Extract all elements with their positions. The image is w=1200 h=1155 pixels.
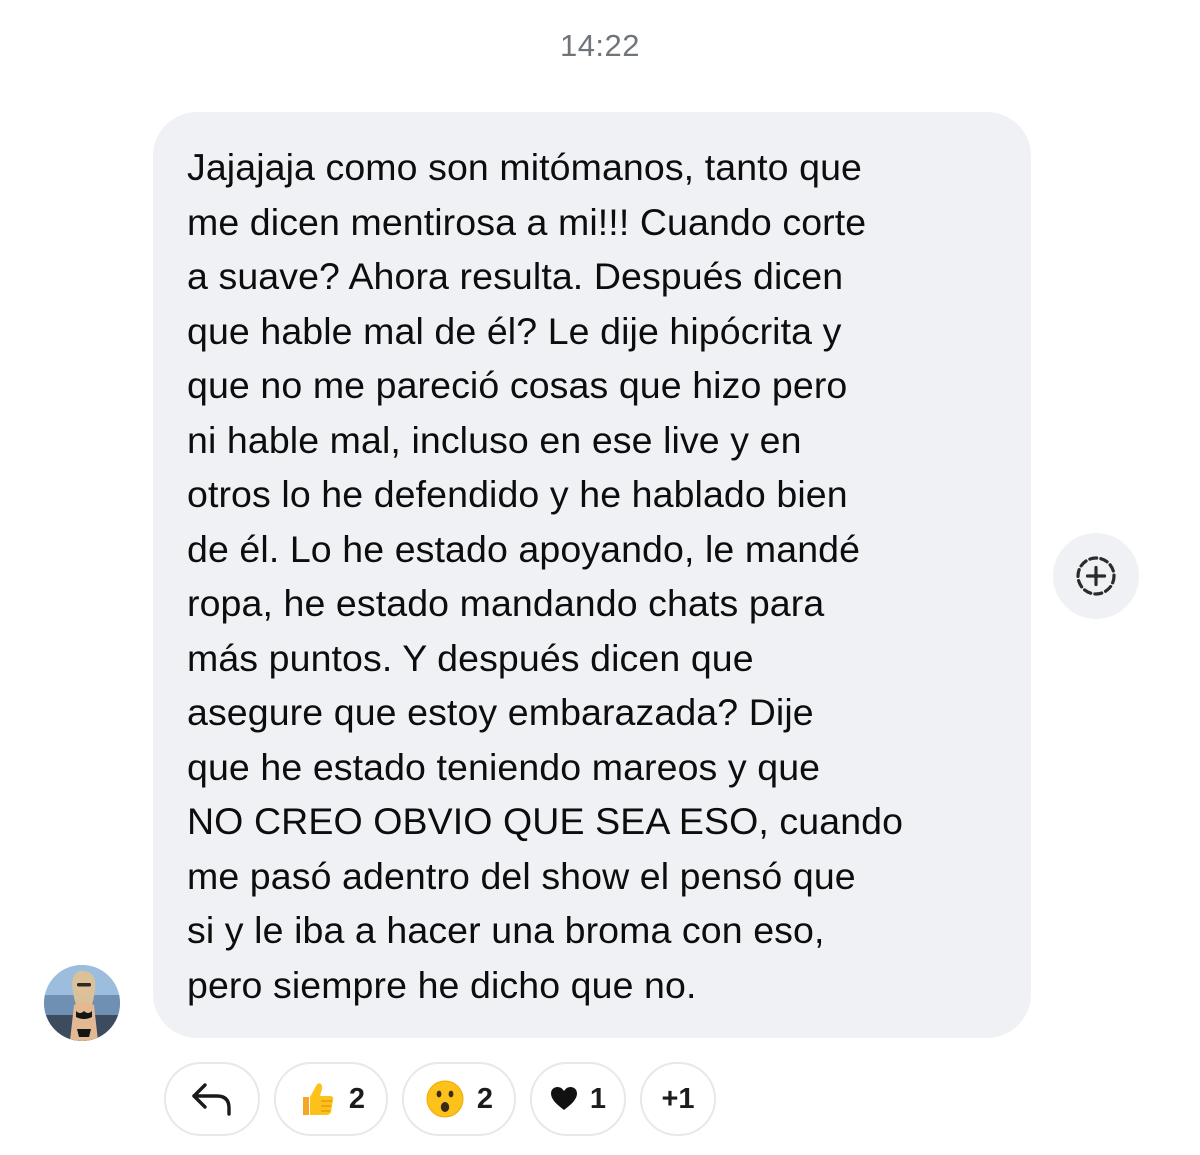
thumbs-up-count: 2 <box>348 1082 366 1115</box>
message-bubble[interactable]: Jajajaja como son mitómanos, tanto que m… <box>153 112 1031 1038</box>
reaction-thumbs-up[interactable]: 2 <box>274 1062 388 1136</box>
reaction-wow[interactable]: 2 <box>402 1062 516 1136</box>
heart-count: 1 <box>589 1082 607 1115</box>
message-text: Jajajaja como son mitómanos, tanto que m… <box>187 146 904 1006</box>
reply-button[interactable] <box>164 1062 260 1136</box>
message-timestamp: 14:22 <box>559 28 641 63</box>
reaction-heart[interactable]: 1 <box>530 1062 626 1136</box>
thumbs-up-emoji <box>297 1079 337 1119</box>
add-reaction-icon <box>1076 556 1116 596</box>
add-reaction-button[interactable] <box>1053 533 1139 619</box>
black-heart-icon <box>550 1086 578 1112</box>
more-reactions-button[interactable]: +1 <box>640 1062 716 1136</box>
more-reactions-label: +1 <box>661 1082 695 1115</box>
wow-count: 2 <box>476 1082 494 1115</box>
surprised-face-emoji <box>425 1079 465 1119</box>
reply-arrow-icon <box>192 1083 231 1116</box>
sender-avatar[interactable] <box>44 965 120 1041</box>
